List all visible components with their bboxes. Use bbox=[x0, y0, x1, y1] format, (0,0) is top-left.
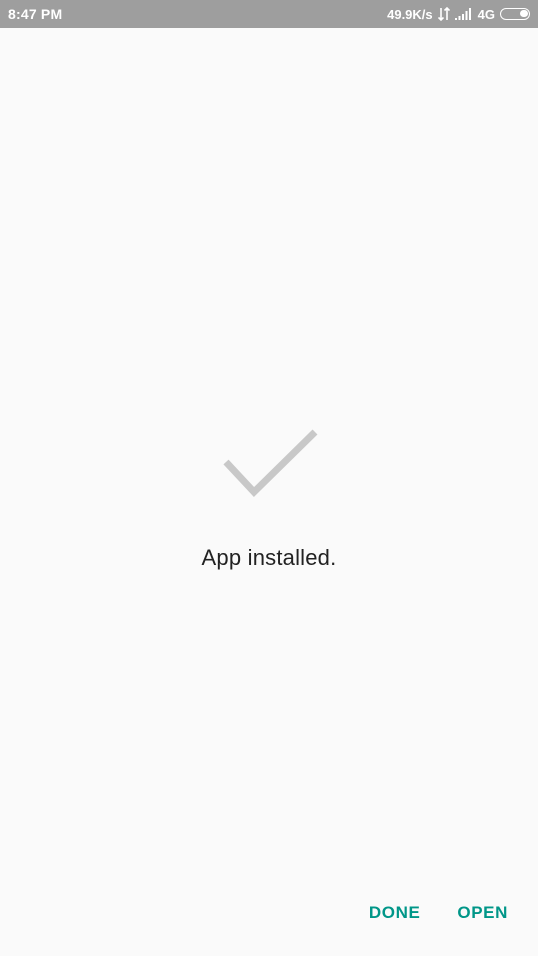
status-time: 8:47 PM bbox=[8, 6, 63, 22]
network-type: 4G bbox=[477, 6, 495, 22]
status-bar: 8:47 PM 49.9K/s 4G bbox=[0, 0, 538, 28]
app-installed-screen: 8:47 PM 49.9K/s 4G App installed. DONE O… bbox=[0, 0, 538, 956]
signal-icon bbox=[454, 8, 472, 20]
checkmark-icon bbox=[220, 424, 320, 504]
open-button[interactable]: OPEN bbox=[457, 903, 508, 923]
install-status-message: App installed. bbox=[201, 545, 337, 570]
network-speed: 49.9K/s bbox=[387, 6, 433, 22]
battery-level bbox=[520, 10, 528, 17]
battery-icon bbox=[500, 8, 530, 20]
action-bar: DONE OPEN bbox=[369, 903, 508, 923]
data-transfer-icon bbox=[437, 7, 450, 21]
done-button[interactable]: DONE bbox=[369, 903, 421, 923]
status-icons: 49.9K/s 4G bbox=[387, 5, 530, 23]
